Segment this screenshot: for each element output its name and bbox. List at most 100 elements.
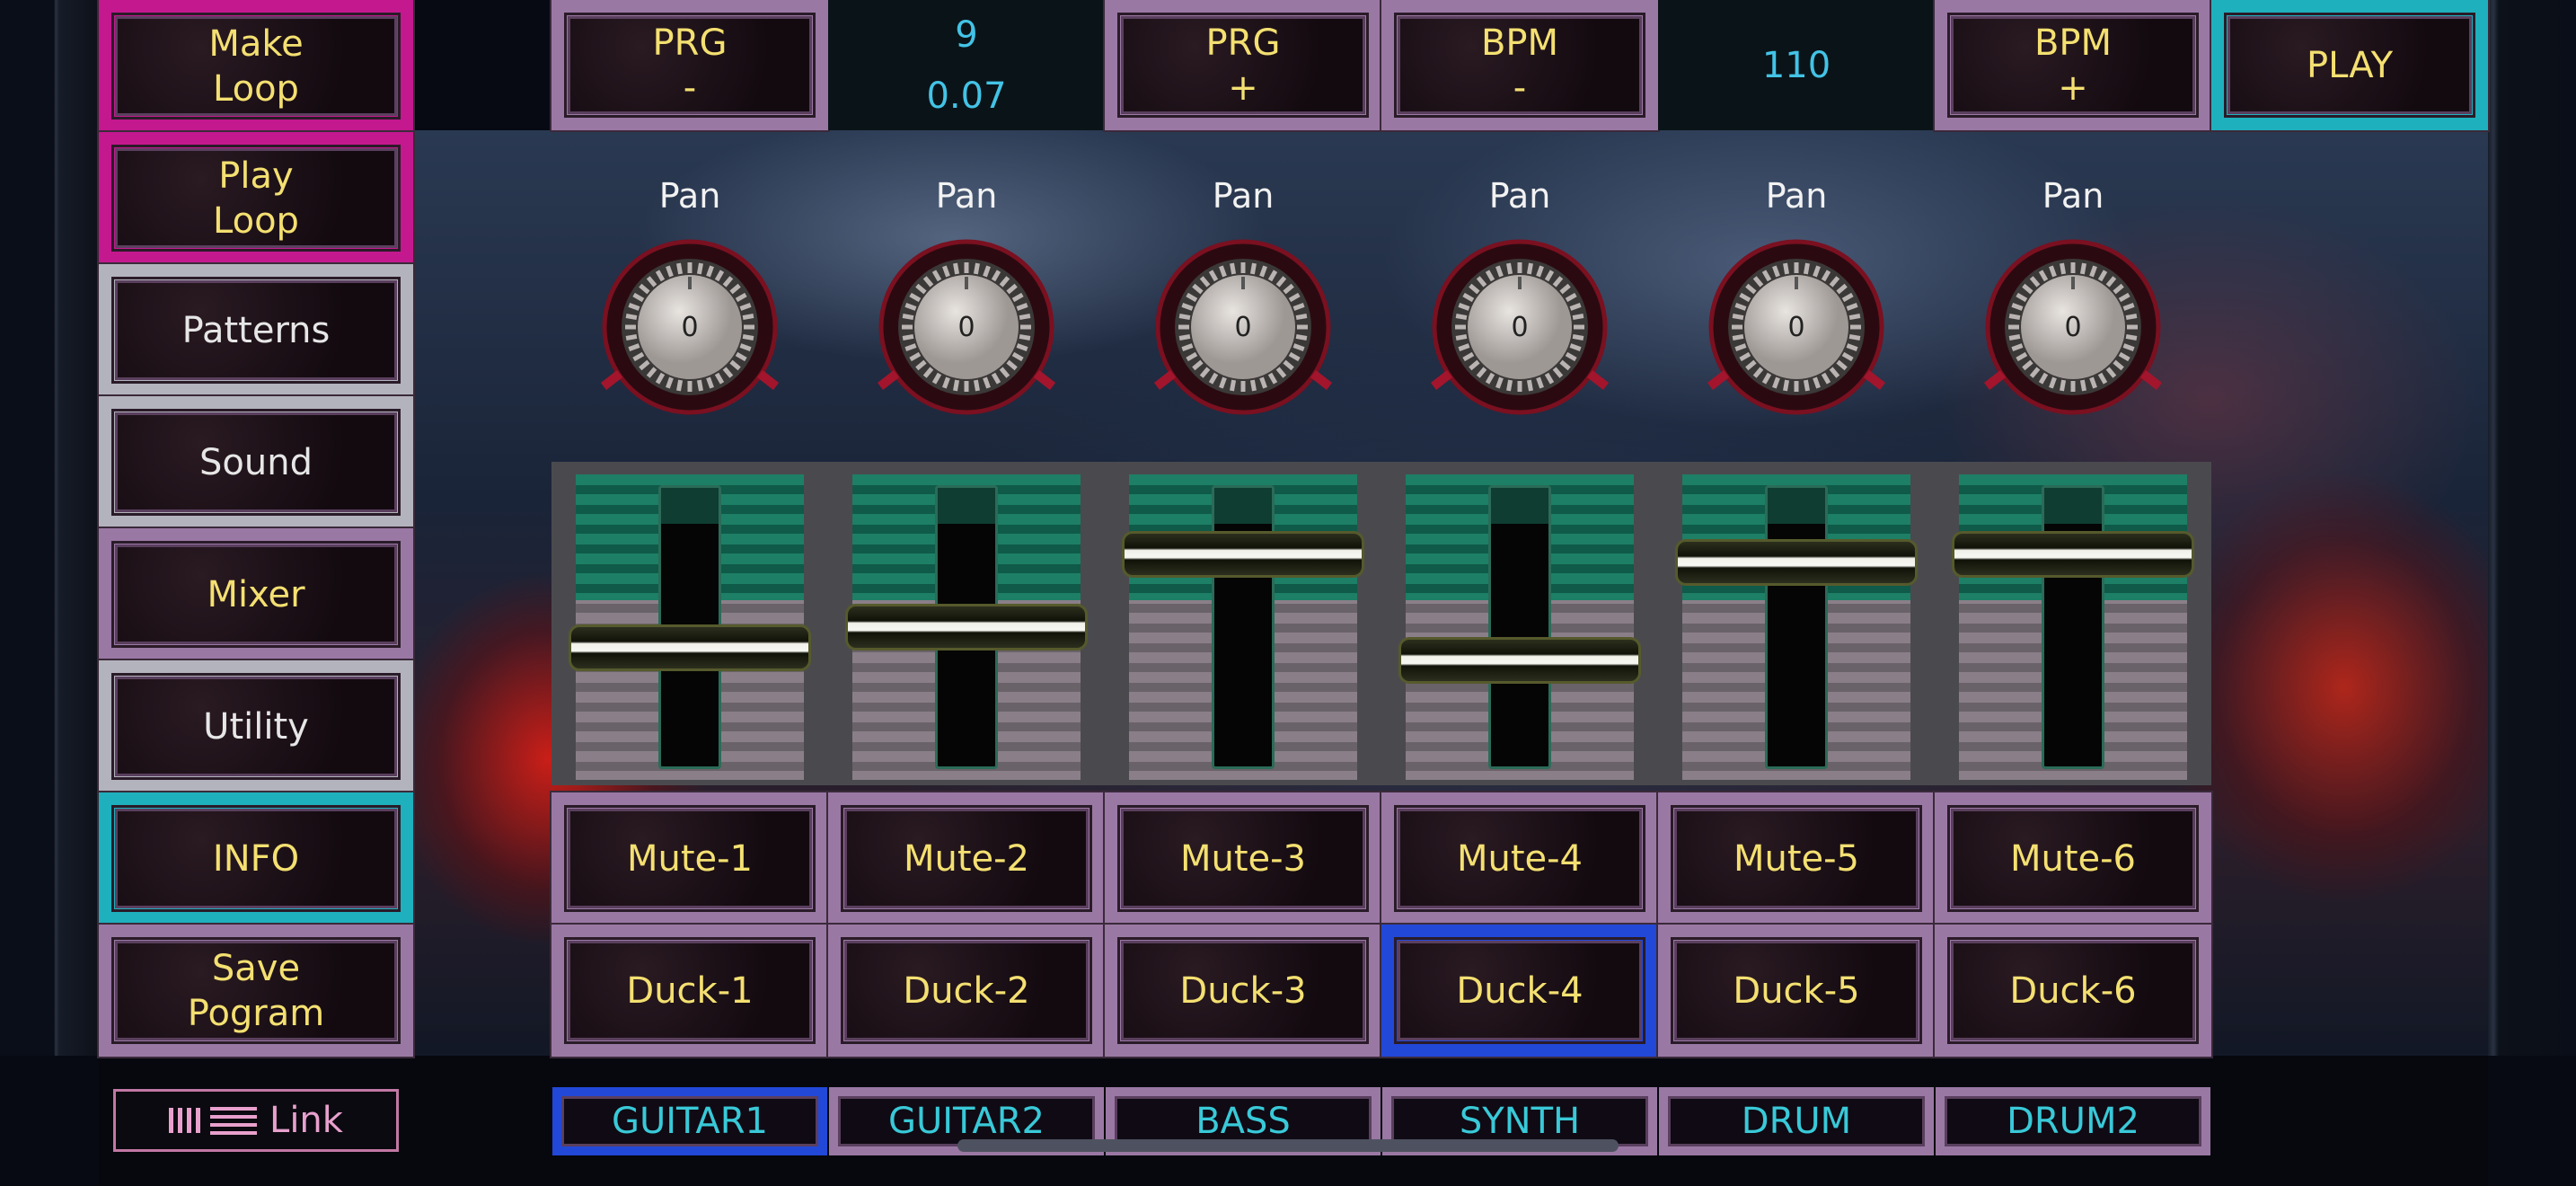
instrument-tab-label: DRUM: [1741, 1101, 1852, 1142]
pan-knob-6[interactable]: 0: [1983, 237, 2163, 417]
left-bezel: [0, 0, 99, 1056]
pan-knob-1[interactable]: 0: [600, 237, 780, 417]
bpm-minus-button[interactable]: BPM -: [1381, 0, 1658, 130]
instrument-tab-label: BASS: [1195, 1101, 1291, 1142]
patterns-button[interactable]: Patterns: [99, 264, 413, 396]
fader-handle-1[interactable]: [569, 624, 811, 671]
pan-knob-2[interactable]: 0: [877, 237, 1056, 417]
info-label: INFO: [212, 837, 300, 880]
play-loop-button[interactable]: Play Loop: [99, 132, 413, 264]
mute-label-4: Mute-4: [1456, 837, 1584, 880]
pan-value-1: 0: [681, 311, 699, 343]
duck-button-5[interactable]: Duck-5: [1658, 925, 1935, 1057]
mute-label-5: Mute-5: [1733, 837, 1860, 880]
play-button[interactable]: PLAY: [2211, 0, 2488, 130]
play-label: PLAY: [2306, 44, 2393, 86]
pan-label-3: Pan: [1212, 176, 1275, 216]
pan-value-2: 0: [957, 311, 975, 343]
program-display: 9 0.07: [828, 0, 1105, 130]
instrument-tab-drum2[interactable]: DRUM2: [1936, 1087, 2210, 1155]
pan-label-6: Pan: [2042, 176, 2104, 216]
pan-knob-5[interactable]: 0: [1707, 237, 1886, 417]
instrument-tab-label: DRUM2: [2007, 1101, 2139, 1142]
pan-value-6: 0: [2064, 311, 2082, 343]
bpm-minus-label: BPM -: [1480, 22, 1559, 109]
fader-channel-6: [1952, 474, 2194, 780]
duck-label-4: Duck-4: [1456, 969, 1584, 1012]
link-label: Link: [269, 1100, 343, 1141]
instrument-tab-guitar1[interactable]: GUITAR1: [552, 1087, 827, 1155]
program-number: 9: [955, 13, 978, 56]
instrument-tab-label: GUITAR2: [887, 1101, 1045, 1142]
bpm-value: 110: [1761, 44, 1831, 86]
prg-plus-label: PRG +: [1205, 22, 1281, 109]
mute-button-3[interactable]: Mute-3: [1105, 792, 1381, 925]
fader-handle-5[interactable]: [1675, 539, 1918, 586]
mute-button-2[interactable]: Mute-2: [828, 792, 1105, 925]
fader-track-6: [2042, 485, 2104, 769]
mute-button-5[interactable]: Mute-5: [1658, 792, 1935, 925]
duck-label-3: Duck-3: [1179, 969, 1307, 1012]
fader-handle-3[interactable]: [1122, 531, 1364, 578]
pan-value-5: 0: [1787, 311, 1805, 343]
mute-label-2: Mute-2: [903, 837, 1030, 880]
mute-button-4[interactable]: Mute-4: [1381, 792, 1658, 925]
fader-track-3: [1212, 485, 1275, 769]
fader-track-5: [1765, 485, 1828, 769]
instrument-tab-label: SYNTH: [1459, 1101, 1581, 1142]
sound-label: Sound: [199, 441, 313, 483]
duck-label-1: Duck-1: [626, 969, 754, 1012]
fader-handle-6[interactable]: [1952, 531, 2194, 578]
prg-plus-button[interactable]: PRG +: [1105, 0, 1381, 130]
duck-label-2: Duck-2: [903, 969, 1030, 1012]
mute-label-1: Mute-1: [626, 837, 754, 880]
mute-button-1[interactable]: Mute-1: [551, 792, 828, 925]
bpm-plus-button[interactable]: BPM +: [1935, 0, 2211, 130]
duck-label-5: Duck-5: [1733, 969, 1860, 1012]
fader-channel-5: [1675, 474, 1918, 780]
pan-knob-4[interactable]: 0: [1430, 237, 1610, 417]
pan-label-5: Pan: [1765, 176, 1828, 216]
fader-track-4: [1488, 485, 1551, 769]
pan-label-2: Pan: [935, 176, 998, 216]
duck-label-6: Duck-6: [2009, 969, 2137, 1012]
fader-handle-2[interactable]: [845, 604, 1088, 651]
fader-channel-3: [1122, 474, 1364, 780]
mixer-button[interactable]: Mixer: [99, 528, 413, 660]
mute-label-6: Mute-6: [2009, 837, 2137, 880]
fader-channel-4: [1398, 474, 1641, 780]
right-bezel: [2488, 0, 2576, 1056]
link-button[interactable]: Link: [113, 1089, 399, 1152]
duck-button-1[interactable]: Duck-1: [551, 925, 828, 1057]
utility-label: Utility: [203, 705, 309, 748]
bpm-display: 110: [1658, 0, 1935, 130]
duck-button-4[interactable]: Duck-4: [1381, 925, 1658, 1057]
instrument-tab-drum[interactable]: DRUM: [1659, 1087, 1934, 1155]
info-button[interactable]: INFO: [99, 792, 413, 925]
prg-minus-label: PRG -: [652, 22, 728, 109]
pan-label-1: Pan: [658, 176, 721, 216]
mixer-label: Mixer: [207, 573, 305, 615]
prg-minus-button[interactable]: PRG -: [551, 0, 828, 130]
pan-knob-3[interactable]: 0: [1153, 237, 1333, 417]
make-loop-label: Make Loop: [208, 22, 304, 110]
utility-button[interactable]: Utility: [99, 660, 413, 792]
fader-channel-2: [845, 474, 1088, 780]
pan-label-4: Pan: [1488, 176, 1551, 216]
sound-button[interactable]: Sound: [99, 396, 413, 528]
program-sub-value: 0.07: [926, 75, 1007, 117]
pan-value-4: 0: [1511, 311, 1529, 343]
play-loop-label: Play Loop: [213, 155, 299, 242]
bpm-plus-label: BPM +: [2033, 22, 2113, 109]
duck-button-6[interactable]: Duck-6: [1935, 925, 2211, 1057]
duck-button-2[interactable]: Duck-2: [828, 925, 1105, 1057]
make-loop-button[interactable]: Make Loop: [99, 0, 413, 132]
fader-handle-4[interactable]: [1398, 637, 1641, 684]
mute-button-6[interactable]: Mute-6: [1935, 792, 2211, 925]
save-program-button[interactable]: Save Pogram: [99, 925, 413, 1057]
app-frame: Make Loop Play Loop Patterns Sound Mixer…: [0, 0, 2576, 1186]
duck-button-3[interactable]: Duck-3: [1105, 925, 1381, 1057]
instrument-tab-label: GUITAR1: [611, 1101, 768, 1142]
save-program-label: Save Pogram: [187, 947, 325, 1034]
mute-label-3: Mute-3: [1179, 837, 1307, 880]
